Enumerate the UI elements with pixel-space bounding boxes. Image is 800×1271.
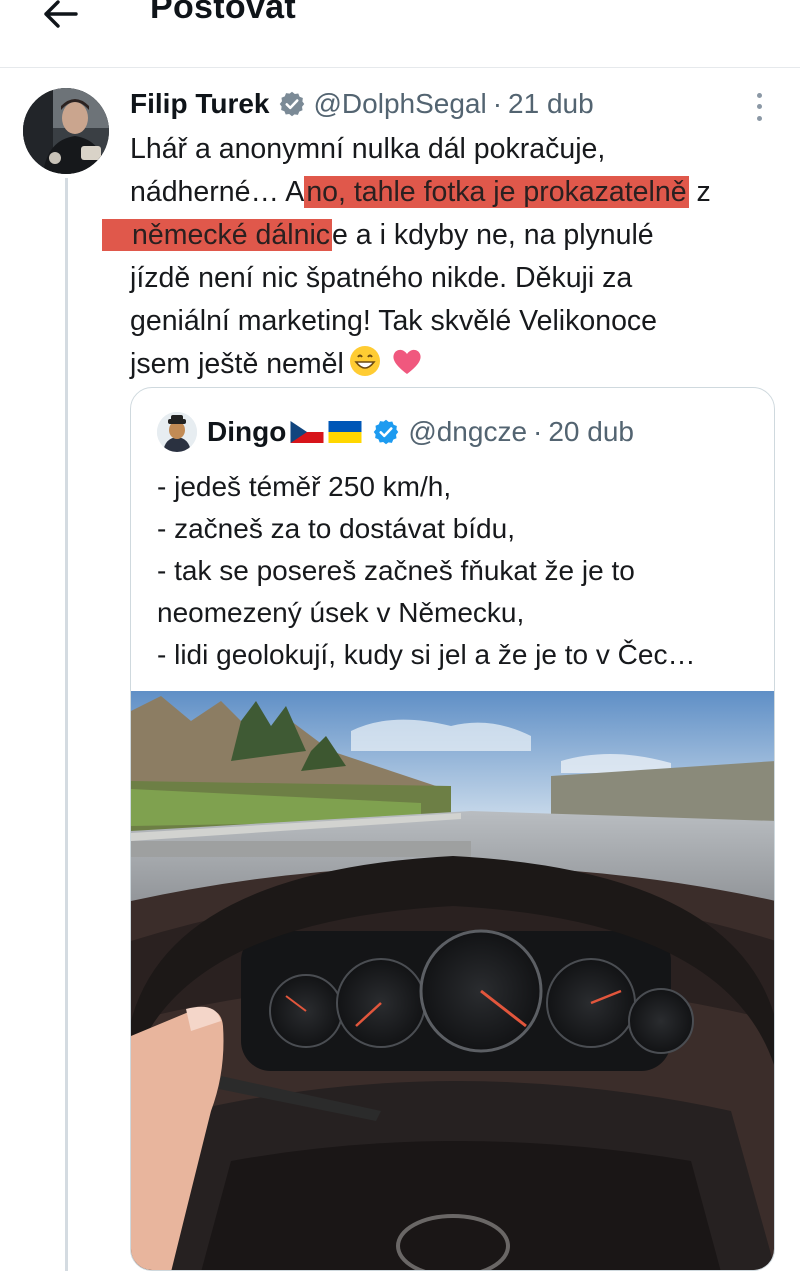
page-title: Postovat — [150, 0, 296, 26]
author-name[interactable]: Filip Turek — [130, 88, 270, 120]
author-handle[interactable]: @DolphSegal — [314, 88, 487, 120]
arrow-left-icon — [44, 0, 78, 28]
quoted-tweet-card[interactable]: Dingo @dngcze · 20 dub - jedeš téměř 250… — [130, 387, 775, 1271]
more-options-button[interactable] — [748, 90, 770, 124]
czech-flag-icon — [290, 421, 324, 443]
quote-media-photo[interactable] — [131, 691, 774, 1270]
tweet-text-line: geniální marketing! Tak skvělé Velikonoc… — [130, 305, 658, 337]
quote-body: - jedeš téměř 250 km/h, - začneš za to d… — [157, 466, 757, 676]
ukraine-flag-icon — [328, 421, 362, 443]
meta-separator: · — [533, 416, 543, 447]
quote-author-avatar[interactable] — [157, 412, 197, 452]
quote-date[interactable]: 20 dub — [548, 416, 634, 448]
quote-author-row: Dingo @dngcze · 20 dub — [157, 410, 634, 454]
tweet-text-line: jízdě není nic špatného nikde. Děkuji za — [130, 262, 633, 294]
meta-separator: · — [492, 88, 503, 119]
quote-author-name[interactable]: Dingo — [207, 416, 286, 448]
quote-text-line: - tak se posereš začneš fňukat že je to — [157, 555, 635, 586]
highlighted-text: no, tahle fotka je prokazatelně — [304, 176, 689, 208]
tweet-date[interactable]: 21 dub — [508, 88, 594, 120]
author-avatar[interactable] — [23, 88, 109, 174]
top-bar: Postovat — [0, 0, 800, 68]
tweet-body: Lhář a anonymní nulka dál pokračuje, nád… — [102, 128, 780, 386]
back-button[interactable] — [38, 0, 82, 36]
quote-text-line: - jedeš téměř 250 km/h, — [157, 471, 452, 502]
highlighted-text: německé dálnic — [102, 219, 333, 251]
grinning-face-emoji — [349, 346, 380, 376]
quote-text-line: - začneš za to dostávat bídu, — [157, 513, 515, 544]
quote-author-handle[interactable]: @dngcze — [408, 416, 527, 448]
verified-badge-icon — [279, 91, 304, 117]
quote-text-line: - lidi geolokují, kudy si jel a že je to… — [157, 639, 696, 670]
verified-badge-icon — [374, 419, 399, 445]
tweet-author-row: Filip Turek @DolphSegal · 21 dub — [130, 84, 594, 124]
more-vertical-icon — [756, 93, 762, 99]
tweet-text-line: nádherné… Ano, tahle fotka je prokazatel… — [130, 176, 711, 208]
tweet-text-line: Lhář a anonymní nulka dál pokračuje, — [130, 133, 606, 165]
thread-connector-line — [65, 178, 68, 1271]
tweet-text-line: německé dálnice a i kdyby ne, na plynulé — [102, 214, 780, 257]
tweet-text-line: jsem ještě neměl — [130, 343, 780, 386]
quote-text-line: neomezený úsek v Německu, — [157, 597, 525, 628]
pink-heart-emoji — [393, 349, 421, 374]
